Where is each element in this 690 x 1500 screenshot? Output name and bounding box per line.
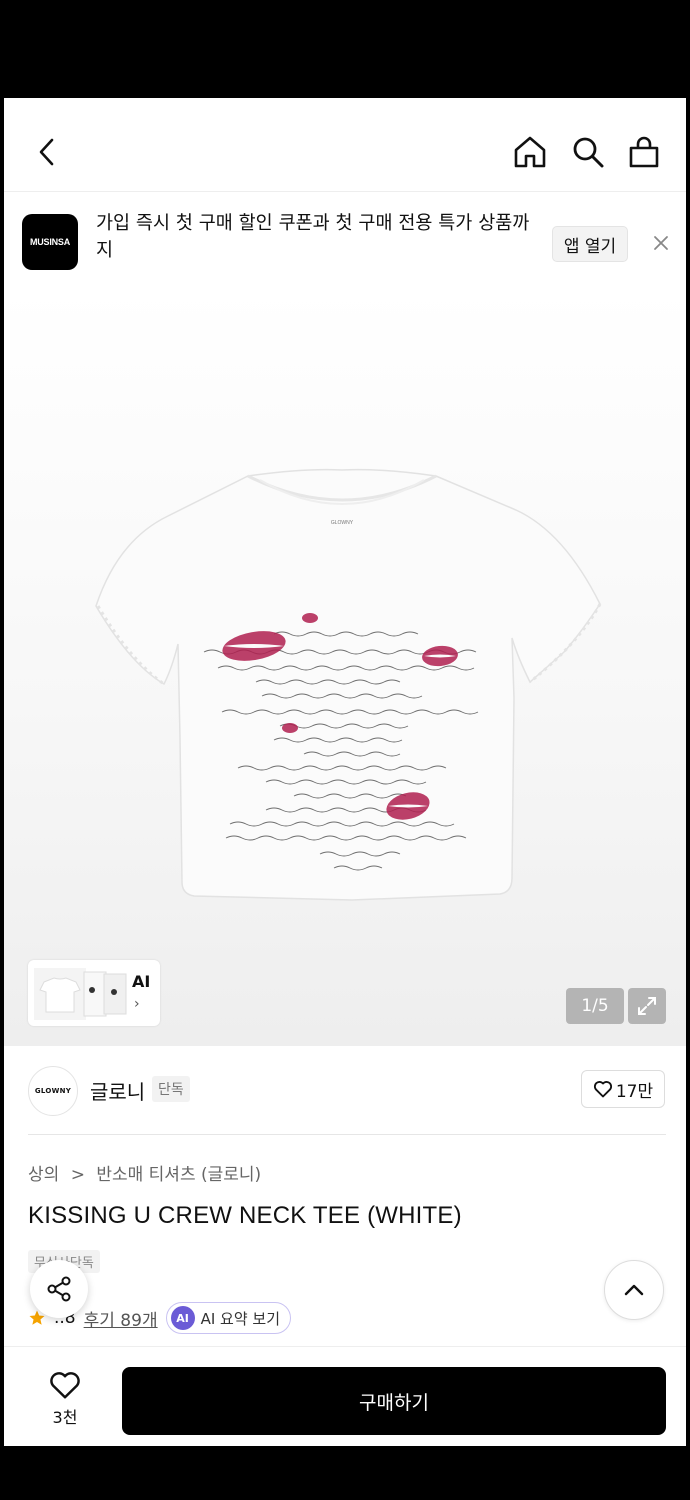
- ai-thumbnail-button[interactable]: AI ›: [28, 960, 160, 1026]
- breadcrumb-subcategory[interactable]: 반소매 티셔츠 (글로니): [96, 1165, 261, 1185]
- ai-thumbnail-label: AI: [132, 972, 151, 991]
- chevron-right-icon: ›: [134, 996, 140, 1012]
- home-icon: [514, 136, 546, 168]
- svg-text:GLOWNY: GLOWNY: [331, 520, 354, 526]
- chevron-left-icon: [39, 138, 54, 166]
- banner-close-button[interactable]: [646, 228, 676, 258]
- share-button[interactable]: [30, 1260, 88, 1318]
- purchase-bar: 3천 구매하기: [4, 1346, 686, 1446]
- ai-badge-icon: AI: [170, 1306, 195, 1330]
- brand-exclusive-tag: 단독: [152, 1076, 190, 1102]
- wishlist-count: 3천: [52, 1408, 78, 1427]
- back-button[interactable]: [28, 132, 68, 172]
- breadcrumb: 상의 > 반소매 티셔츠 (글로니): [28, 1160, 267, 1185]
- brand-name[interactable]: 글로니: [90, 1076, 145, 1105]
- heart-icon: [593, 1081, 612, 1098]
- ai-summary-button[interactable]: AI AI 요약 보기: [165, 1302, 292, 1334]
- musinsa-logo: MUSINSA: [22, 214, 78, 270]
- app-screen: MUSINSA 가입 즉시 첫 구매 할인 쿠폰과 첫 구매 전용 특가 상품까…: [4, 98, 686, 1446]
- image-page-counter: 1/5: [566, 988, 624, 1024]
- divider: [28, 1134, 666, 1135]
- ai-summary-label: AI 요약 보기: [200, 1309, 281, 1328]
- product-tshirt-image: GLOWNY: [95, 468, 602, 901]
- home-button[interactable]: [510, 132, 550, 172]
- wishlist-button[interactable]: 3천: [28, 1369, 102, 1429]
- share-icon: [47, 1276, 71, 1302]
- brand-logo[interactable]: GLOWNY: [28, 1066, 78, 1116]
- search-button[interactable]: [568, 132, 608, 172]
- cart-button[interactable]: [624, 132, 664, 172]
- buy-button[interactable]: 구매하기: [122, 1367, 666, 1435]
- scroll-top-button[interactable]: [604, 1260, 664, 1320]
- review-link[interactable]: 후기 89개: [84, 1306, 158, 1331]
- breadcrumb-category[interactable]: 상의: [28, 1165, 59, 1185]
- shopping-bag-icon: [629, 136, 659, 168]
- expand-image-button[interactable]: [628, 988, 666, 1024]
- brand-like-count: 17만: [615, 1081, 654, 1102]
- product-title: KISSING U CREW NECK TEE (WHITE): [28, 1202, 462, 1229]
- product-image-gallery[interactable]: GLOWNY AI › 1/5: [4, 288, 686, 1046]
- search-icon: [573, 137, 604, 168]
- thumbnail-images: [34, 968, 127, 1020]
- close-icon: [654, 236, 668, 250]
- app-install-banner: MUSINSA 가입 즉시 첫 구매 할인 쿠폰과 첫 구매 전용 특가 상품까…: [4, 192, 686, 288]
- chevron-up-icon: [624, 1284, 644, 1296]
- open-app-button[interactable]: 앱 열기: [552, 226, 628, 262]
- top-nav: [4, 110, 686, 192]
- breadcrumb-separator: >: [70, 1165, 85, 1185]
- banner-message: 가입 즉시 첫 구매 할인 쿠폰과 첫 구매 전용 특가 상품까지: [96, 213, 530, 261]
- expand-icon: [638, 997, 656, 1015]
- brand-like-button[interactable]: 17만: [581, 1070, 665, 1108]
- heart-icon: [50, 1372, 80, 1399]
